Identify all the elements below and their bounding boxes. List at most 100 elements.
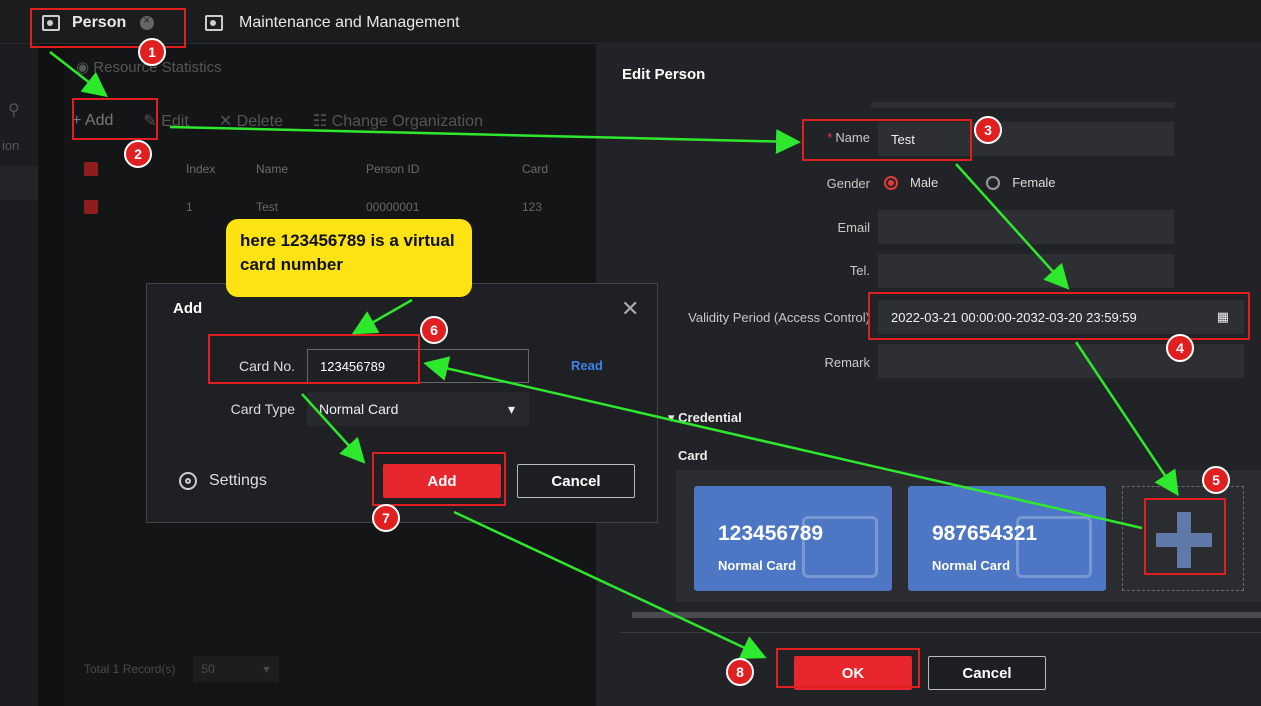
credential-label: Credential [678, 410, 742, 425]
step-badge-1: 1 [138, 38, 166, 66]
step-badge-8: 8 [726, 658, 754, 686]
card-number: 123456789 [718, 522, 824, 545]
tel-label: Tel. [849, 263, 870, 278]
panel-scrollbar[interactable] [871, 102, 1175, 108]
chevron-down-icon: ▾ [668, 410, 675, 425]
gender-male-label: Male [910, 175, 939, 190]
total-records: Total 1 Record(s) [84, 662, 176, 676]
change-organization-label: Change Organization [331, 113, 483, 130]
panel-divider [620, 632, 1261, 633]
row-name: Test [256, 200, 279, 214]
column-person-id: Person ID [366, 162, 420, 176]
list-toolbar: + Add ✎ Edit ✕ Delete ☷ Change Organizat… [72, 106, 483, 136]
card-type: Normal Card [932, 558, 1011, 573]
row-index: 1 [186, 200, 193, 214]
card-type: Normal Card [718, 558, 797, 573]
step-badge-5: 5 [1202, 466, 1230, 494]
edit-person-title: Edit Person [622, 66, 706, 83]
gender-radio-group: Male Female [884, 175, 1056, 190]
clipboard-icon [205, 15, 223, 31]
card-tile[interactable]: 987654321 Normal Card [908, 486, 1106, 591]
add-button-label: Add [84, 112, 114, 129]
delete-button[interactable]: ✕ Delete [219, 111, 283, 131]
add-card-button[interactable] [1122, 486, 1244, 591]
add-card-dialog: Add ✕ Card No. 123456789 Read Card Type … [146, 283, 658, 523]
plus-icon-vertical [1177, 512, 1191, 568]
gender-male-radio[interactable]: Male [884, 175, 938, 190]
add-button[interactable]: + Add [72, 112, 113, 130]
table-header: Index Name Person ID Card [84, 156, 596, 182]
name-input[interactable]: Test [878, 122, 1174, 156]
settings-label: Settings [209, 472, 267, 489]
card-number: 987654321 [932, 522, 1038, 545]
row-checkbox[interactable] [84, 200, 98, 214]
credential-section[interactable]: ▾ Credential [668, 410, 742, 426]
dialog-add-button[interactable]: Add [383, 464, 501, 498]
page-size-value: 50 [201, 662, 215, 676]
tab-person-label: Person [72, 14, 127, 31]
gender-female-radio[interactable]: Female [986, 175, 1056, 190]
card-list: 123456789 Normal Card 987654321 Normal C… [676, 470, 1261, 602]
left-sidebar: ⚲ ion [0, 44, 38, 706]
step-badge-6: 6 [420, 316, 448, 344]
card-type-value: Normal Card [319, 401, 399, 417]
card-tile[interactable]: 123456789 Normal Card [694, 486, 892, 591]
horizontal-scrollbar[interactable] [632, 612, 1261, 618]
tab-maintenance[interactable]: Maintenance and Management [205, 8, 460, 38]
gender-label: Gender [826, 176, 870, 191]
gear-icon [179, 472, 197, 490]
column-card: Card [522, 162, 549, 176]
radio-empty-icon [986, 175, 1001, 190]
edit-button-label: Edit [161, 113, 189, 130]
step-badge-2: 2 [124, 140, 152, 168]
cancel-button[interactable]: Cancel [928, 656, 1046, 690]
search-icon[interactable]: ⚲ [8, 100, 20, 120]
step-badge-3: 3 [974, 116, 1002, 144]
dialog-title: Add [173, 300, 203, 317]
card-no-input[interactable]: 123456789 [307, 349, 529, 383]
gender-female-label: Female [1012, 175, 1056, 190]
calendar-icon[interactable]: ▦ [1217, 309, 1229, 325]
person-card-icon [42, 15, 60, 31]
remark-label: Remark [824, 355, 870, 370]
page-size-select[interactable]: 50 ▾ [193, 656, 280, 682]
tab-person[interactable]: Person [36, 8, 186, 38]
card-type-select[interactable]: Normal Card ▾ [307, 392, 529, 426]
close-icon[interactable] [140, 13, 155, 30]
read-button[interactable]: Read [571, 358, 603, 373]
tab-maintenance-label: Maintenance and Management [239, 14, 460, 31]
sidebar-text: ion [2, 138, 20, 153]
radio-selected-icon [884, 175, 898, 190]
select-all-checkbox[interactable] [84, 162, 98, 176]
edit-button[interactable]: ✎ Edit [143, 111, 188, 131]
validity-period-input[interactable]: 2022-03-21 00:00:00-2032-03-20 23:59:59 … [878, 300, 1244, 334]
name-label-text: Name [835, 130, 870, 145]
ok-button[interactable]: OK [794, 656, 912, 690]
tel-input[interactable] [878, 254, 1174, 288]
email-input[interactable] [878, 210, 1174, 244]
change-organization-button[interactable]: ☷ Change Organization [313, 111, 483, 131]
row-card: 123 [522, 200, 543, 214]
row-person-id: 00000001 [366, 200, 420, 214]
email-label: Email [837, 220, 870, 235]
step-badge-7: 7 [372, 504, 400, 532]
column-index: Index [186, 162, 216, 176]
chevron-down-icon: ▾ [263, 662, 270, 676]
dialog-cancel-button[interactable]: Cancel [517, 464, 635, 498]
name-label: * Name [827, 130, 870, 145]
delete-button-label: Delete [236, 113, 283, 130]
edit-person-panel: Edit Person * Name Test Gender Male Femal… [596, 42, 1261, 706]
table-row[interactable]: 1 Test 00000001 123 [84, 194, 596, 220]
card-no-label: Card No. [238, 358, 295, 374]
sidebar-selected-item[interactable] [0, 166, 38, 200]
step-badge-4: 4 [1166, 334, 1194, 362]
callout-note: here 123456789 is a virtual card number [226, 219, 472, 297]
validity-period-value: 2022-03-21 00:00:00-2032-03-20 23:59:59 [891, 309, 1137, 325]
column-name: Name [256, 162, 289, 176]
card-type-label: Card Type [230, 401, 295, 417]
close-icon[interactable]: ✕ [621, 296, 639, 322]
settings-button[interactable]: Settings [179, 472, 267, 490]
chevron-down-icon: ▾ [507, 400, 515, 417]
list-footer: Total 1 Record(s) 50 ▾ [84, 656, 280, 682]
card-label: Card [678, 448, 708, 463]
